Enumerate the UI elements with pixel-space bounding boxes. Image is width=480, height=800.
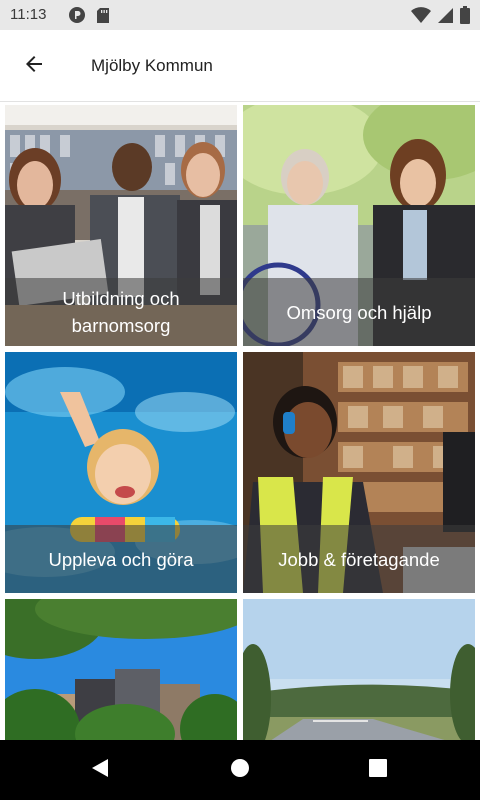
tile-label: Utbildning och barnomsorg — [5, 278, 237, 346]
system-nav-bar — [0, 740, 480, 800]
nav-recents-button[interactable] — [366, 758, 390, 782]
back-button[interactable] — [18, 50, 50, 82]
status-time: 11:13 — [10, 6, 47, 23]
nav-home-button[interactable] — [228, 758, 252, 782]
tile-boende[interactable] — [5, 599, 237, 740]
highway-landscape-photo — [243, 599, 475, 740]
tile-utbildning[interactable]: Utbildning och barnomsorg — [5, 105, 237, 346]
wifi-icon — [411, 6, 431, 29]
tile-jobb[interactable]: Jobb & företagande — [243, 352, 475, 593]
sd-card-icon — [96, 7, 110, 29]
signal-icon — [437, 7, 454, 29]
status-bar: 11:13 — [0, 0, 480, 30]
recents-square-icon — [368, 758, 388, 783]
tile-label: Uppleva och göra — [5, 525, 237, 593]
nav-back-button[interactable] — [88, 758, 112, 782]
home-circle-icon — [229, 757, 251, 784]
back-triangle-icon — [89, 757, 111, 784]
tile-label: Jobb & företagande — [243, 525, 475, 593]
arrow-left-icon — [22, 52, 46, 81]
apartment-buildings-with-trees-photo — [5, 599, 237, 740]
app-bar: Mjölby Kommun — [0, 30, 480, 102]
tile-omsorg[interactable]: Omsorg och hjälp — [243, 105, 475, 346]
p-notification-icon — [68, 6, 86, 29]
tile-uppleva[interactable]: Uppleva och göra — [5, 352, 237, 593]
category-grid: Utbildning och barnomsorg Omsorg och hjä… — [0, 103, 480, 740]
tile-label: Omsorg och hjälp — [243, 278, 475, 346]
page-title: Mjölby Kommun — [91, 56, 213, 75]
battery-icon — [460, 6, 470, 29]
tile-trafik[interactable] — [243, 599, 475, 740]
